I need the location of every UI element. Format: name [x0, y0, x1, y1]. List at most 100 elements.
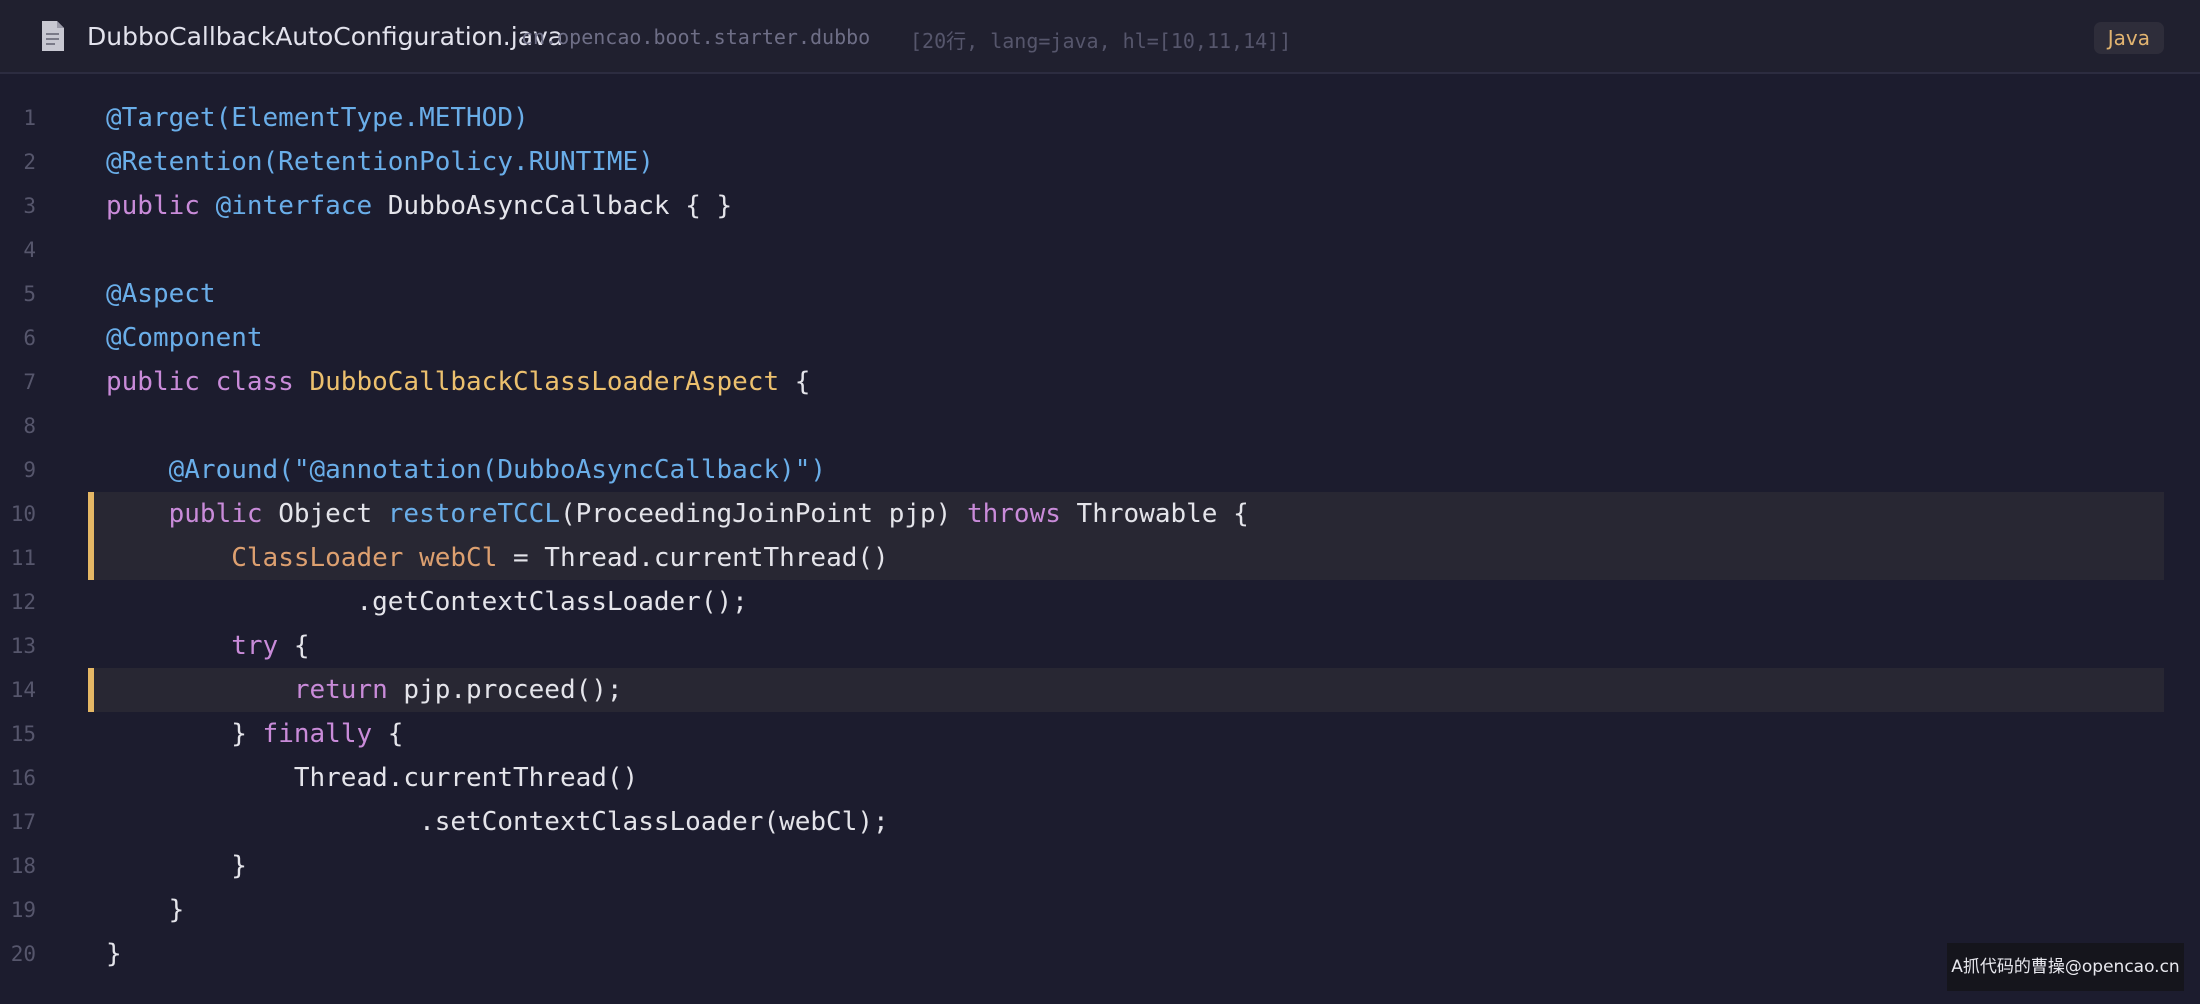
code-token: } — [106, 895, 185, 925]
file-name: DubboCallbackAutoConfiguration.java — [87, 22, 564, 51]
line-number: 19 — [10, 898, 36, 922]
code-token: finally — [262, 719, 373, 749]
code-token: @Component — [106, 323, 263, 353]
code-token: try — [231, 631, 279, 661]
line-number: 4 — [23, 238, 36, 262]
line-number: 9 — [23, 458, 36, 482]
line-number: 7 — [23, 370, 36, 394]
code-line: 20} — [0, 932, 2200, 976]
line-number: 17 — [10, 810, 36, 834]
line-number: 13 — [10, 634, 36, 658]
code-line: 11 ClassLoader webCl = Thread.currentThr… — [0, 536, 2200, 580]
line-number: 8 — [23, 414, 36, 438]
line-source: } — [106, 888, 185, 932]
code-line: 18 } — [0, 844, 2200, 888]
language-badge: Java — [2093, 22, 2164, 54]
code-line: 4 — [0, 228, 2200, 272]
code-token: DubboCallbackClassLoaderAspect — [309, 367, 780, 397]
line-number: 2 — [23, 150, 36, 174]
code-token: = Thread.currentThread() — [497, 543, 889, 573]
line-number: 12 — [10, 590, 36, 614]
code-token: public class — [106, 367, 310, 397]
line-number: 15 — [10, 722, 36, 746]
code-line: 15 } finally { — [0, 712, 2200, 756]
code-token: Thread.currentThread() — [106, 763, 639, 793]
code-token: public — [168, 499, 279, 529]
line-source: try { — [106, 624, 310, 668]
line-source: .setContextClassLoader(webCl); — [106, 800, 889, 844]
code-token: pjp.proceed(); — [403, 675, 623, 705]
code-line: 3 public @interface DubboAsyncCallback { … — [0, 184, 2200, 228]
line-number: 20 — [10, 942, 36, 966]
code-token: { — [372, 719, 404, 749]
code-token: Object — [278, 499, 388, 529]
code-token: return — [293, 675, 404, 705]
line-number: 1 — [23, 106, 36, 130]
code-line: 6 @Component — [0, 316, 2200, 360]
line-source: public @interface DubboAsyncCallback { } — [106, 184, 732, 228]
code-line: 17 .setContextClassLoader(webCl); — [0, 800, 2200, 844]
line-number: 11 — [10, 546, 36, 570]
line-source: @Component — [106, 316, 263, 360]
code-token: .setContextClassLoader(webCl); — [106, 807, 889, 837]
code-view[interactable]: 1 @Target(ElementType.METHOD) 2 @Retention(… — [0, 96, 2200, 976]
line-number: 10 — [10, 502, 36, 526]
editor-header: DubboCallbackAutoConfiguration.java cn.o… — [0, 0, 2200, 74]
line-source: @Around("@annotation(DubboAsyncCallback)… — [106, 448, 826, 492]
line-source: public Object restoreTCCL(ProceedingJoin… — [106, 492, 1249, 536]
line-source: return pjp.proceed(); — [106, 668, 623, 712]
code-token: Throwable { — [1076, 499, 1249, 529]
line-number: 5 — [23, 282, 36, 306]
code-token: (ProceedingJoinPoint pjp) — [559, 499, 967, 529]
code-token: { — [779, 367, 811, 397]
code-token: throws — [966, 499, 1077, 529]
code-line: 7 public class DubboCallbackClassLoaderAs… — [0, 360, 2200, 404]
code-line: 14 return pjp.proceed(); — [0, 668, 2200, 712]
line-source: } — [106, 932, 122, 976]
watermark: A抓代码的曹操@opencao.cn — [1947, 943, 2184, 991]
line-source: ClassLoader webCl = Thread.currentThread… — [106, 536, 889, 580]
code-line: 5 @Aspect — [0, 272, 2200, 316]
code-token: DubboAsyncCallback { } — [372, 191, 733, 221]
line-source: } — [106, 844, 247, 888]
code-token: .getContextClassLoader(); — [106, 587, 748, 617]
line-number: 14 — [10, 678, 36, 702]
code-token: @Retention(RetentionPolicy.RUNTIME) — [106, 147, 654, 177]
line-source: @Retention(RetentionPolicy.RUNTIME) — [106, 140, 654, 184]
code-token: restoreTCCL — [387, 499, 560, 529]
line-source: @Target(ElementType.METHOD) — [106, 96, 529, 140]
document-icon — [42, 21, 64, 51]
line-number: 16 — [10, 766, 36, 790]
code-line: 2 @Retention(RetentionPolicy.RUNTIME) — [0, 140, 2200, 184]
line-number: 6 — [23, 326, 36, 350]
code-line: 9 @Around("@annotation(DubboAsyncCallbac… — [0, 448, 2200, 492]
package-name: cn.opencao.boot.starter.dubbo — [521, 25, 871, 49]
line-source: @Aspect — [106, 272, 216, 316]
line-source: } finally { — [106, 712, 403, 756]
code-token: { — [278, 631, 310, 661]
code-token: @Around("@annotation(DubboAsyncCallback)… — [168, 455, 827, 485]
code-line: 16 Thread.currentThread() — [0, 756, 2200, 800]
code-token: ClassLoader webCl — [231, 543, 498, 573]
line-number: 3 — [23, 194, 36, 218]
line-number: 18 — [10, 854, 36, 878]
code-token: @Aspect — [106, 279, 216, 309]
code-line: 10 public Object restoreTCCL(ProceedingJ… — [0, 492, 2200, 536]
code-line: 8 — [0, 404, 2200, 448]
code-token: } — [106, 851, 247, 881]
code-token: } — [106, 719, 263, 749]
line-source: public class DubboCallbackClassLoaderAsp… — [106, 360, 810, 404]
code-token: public — [106, 191, 216, 221]
file-meta: [20行, lang=java, hl=[10,11,14]] — [910, 29, 1292, 53]
code-token: @interface — [215, 191, 373, 221]
code-token: } — [106, 939, 122, 969]
code-line: 19 } — [0, 888, 2200, 932]
line-source: Thread.currentThread() — [106, 756, 638, 800]
code-token: @Target(ElementType.METHOD) — [106, 103, 529, 133]
code-line: 1 @Target(ElementType.METHOD) — [0, 96, 2200, 140]
